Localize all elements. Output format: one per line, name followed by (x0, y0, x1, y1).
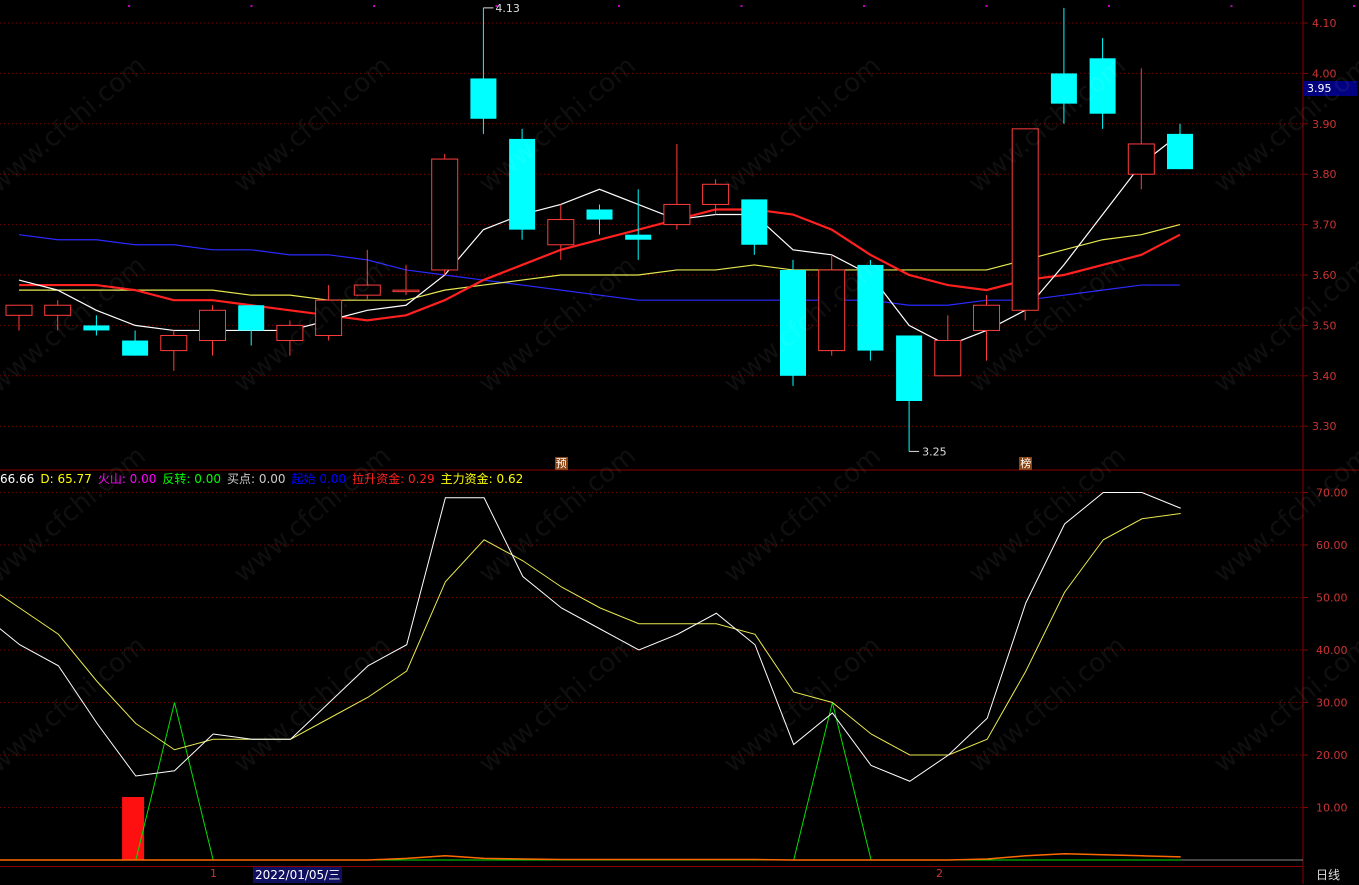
top-marker (1108, 5, 1110, 7)
candle-body (1127, 143, 1155, 175)
candle-body (934, 340, 962, 377)
price-tick-label: 3.30 (1312, 420, 1337, 433)
candle-body (663, 203, 691, 226)
top-marker (618, 5, 620, 7)
candle-body (547, 219, 575, 246)
candle-body (896, 335, 923, 401)
top-marker (740, 5, 743, 7)
candle-body (431, 158, 459, 271)
candle-body (392, 289, 420, 293)
top-marker (1230, 5, 1233, 7)
legend-item: 66.66 (0, 472, 35, 486)
osc-tick-label: 60.00 (1316, 539, 1348, 552)
candle-body (586, 209, 613, 220)
candle-body (238, 305, 265, 331)
signal-marker: 榜 (1019, 457, 1033, 470)
candle-body (122, 340, 149, 356)
candle-body (470, 78, 497, 119)
candle-body (702, 183, 730, 205)
top-marker (985, 5, 988, 7)
signal-marker: 预 (554, 457, 568, 470)
candle-body (973, 304, 1000, 331)
candle-body (5, 304, 33, 316)
legend-item: 反转: 0.00 (162, 472, 221, 486)
candle-body (199, 309, 226, 342)
candle-body (160, 334, 188, 352)
candle-body (1167, 133, 1193, 170)
price-tick-label: 3.70 (1312, 219, 1337, 232)
period-label[interactable]: 日线 (1316, 866, 1340, 883)
price-tick-label: 4.10 (1312, 17, 1337, 30)
time-axis (0, 866, 1303, 885)
osc-tick-label: 20.00 (1316, 749, 1348, 762)
osc-tick-label: 50.00 (1316, 592, 1348, 605)
top-marker (1353, 5, 1355, 7)
price-tick-label: 3.40 (1312, 370, 1337, 383)
top-marker (250, 5, 253, 7)
low-price-label: 3.25 (922, 445, 947, 458)
top-marker (128, 5, 130, 7)
price-tick-label: 3.80 (1312, 168, 1337, 181)
top-marker (863, 5, 865, 7)
osc-tick-label: 10.00 (1316, 802, 1348, 815)
volcano-bar (122, 797, 145, 860)
chart-canvas[interactable]: 3.303.403.503.603.703.803.904.004.104.13… (0, 0, 1359, 884)
high-price-label: 4.13 (495, 2, 520, 15)
date-cursor-label: 2022/01/05/三 (253, 867, 343, 883)
capital-line (0, 852, 1181, 861)
tick-mark-1: 1 (210, 867, 217, 880)
legend-item: 主力资金: 0.62 (440, 472, 524, 486)
tick-mark-2: 2 (936, 867, 943, 880)
candle-body (625, 234, 652, 240)
legend-item: 买点: 0.00 (226, 472, 286, 486)
top-marker (373, 5, 375, 7)
candle-body (741, 199, 768, 245)
